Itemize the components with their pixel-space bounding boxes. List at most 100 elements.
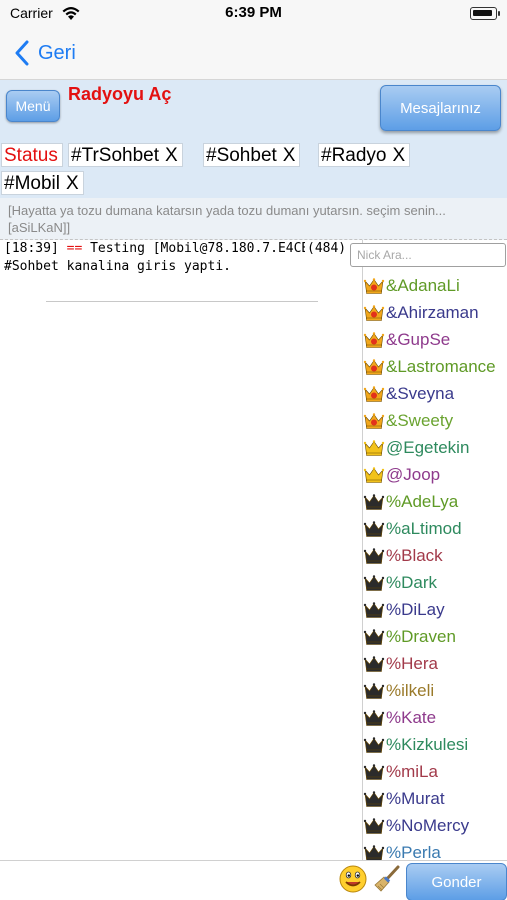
nick-name: &AdanaLi: [386, 275, 460, 295]
nick-item[interactable]: &Sweety: [363, 407, 507, 434]
crown-icon: [363, 358, 385, 375]
nick-item[interactable]: @Egetekin: [363, 434, 507, 461]
crown-icon: [363, 736, 385, 753]
nick-item[interactable]: &Ahirzaman: [363, 299, 507, 326]
channel-tabs: Status #TrSohbet X #Sohbet X #Radyo X #Mobi…: [0, 142, 507, 198]
nick-name: %Draven: [386, 626, 456, 646]
nick-item[interactable]: %Draven: [363, 623, 507, 650]
message-time: [18:39]: [4, 241, 59, 256]
nick-name: %Dark: [386, 572, 438, 592]
battery-icon: [470, 7, 500, 20]
tab-label: Status: [4, 145, 58, 166]
tab-label: #Radyo: [321, 145, 387, 166]
tab-mobil[interactable]: #Mobil X: [1, 171, 84, 195]
crown-icon: [363, 439, 385, 456]
crown-icon: [363, 682, 385, 699]
nick-name: @Egetekin: [386, 437, 470, 457]
nick-name: %aLtimod: [386, 518, 462, 538]
close-tab-icon[interactable]: X: [66, 173, 79, 194]
clock: 6:39 PM: [225, 4, 282, 21]
nick-item[interactable]: &GupSe: [363, 326, 507, 353]
tab-status[interactable]: Status: [1, 143, 63, 167]
crown-icon: [363, 628, 385, 645]
messages-button[interactable]: Mesajlarınız: [380, 85, 501, 131]
nick-name: %Hera: [386, 653, 438, 673]
channel-topic: [Hayatta ya tozu dumana katarsın yada to…: [0, 198, 507, 240]
nick-item[interactable]: %miLa: [363, 758, 507, 785]
message-input[interactable]: [0, 862, 336, 900]
nick-item[interactable]: %Dark: [363, 569, 507, 596]
nick-item[interactable]: %Hera: [363, 650, 507, 677]
crown-icon: [363, 304, 385, 321]
toolbar: Menü Radyoyu Aç Mesajlarınız: [0, 80, 507, 142]
navigation-bar: Geri: [0, 28, 507, 80]
tab-radyo[interactable]: #Radyo X: [318, 143, 411, 167]
crown-icon: [363, 601, 385, 618]
nick-item[interactable]: &AdanaLi: [363, 272, 507, 299]
nick-name: %DiLay: [386, 599, 445, 619]
nick-name: %Kizkulesi: [386, 734, 469, 754]
nick-name: %Kate: [386, 707, 437, 727]
chevron-left-icon: [15, 40, 29, 66]
nick-item[interactable]: %Perla: [363, 839, 507, 860]
chat-area[interactable]: [18:39] == Testing [Mobil@78.180.7.E4CB6…: [0, 240, 362, 860]
nick-name: &Sveyna: [386, 383, 455, 403]
nick-item[interactable]: %Murat: [363, 785, 507, 812]
send-button[interactable]: Gonder: [406, 863, 507, 900]
nick-item[interactable]: %AdeLya: [363, 488, 507, 515]
smiley-icon[interactable]: [338, 864, 368, 894]
open-radio-button[interactable]: Radyoyu Aç: [68, 84, 171, 105]
tab-trsohbet[interactable]: #TrSohbet X: [68, 143, 183, 167]
back-label: Geri: [38, 41, 76, 64]
nick-name: %NoMercy: [386, 815, 470, 835]
crown-icon: [363, 763, 385, 780]
nick-item[interactable]: &Lastromance: [363, 353, 507, 380]
nick-name: %ilkeli: [386, 680, 435, 700]
nick-name: &Lastromance: [386, 356, 496, 376]
nick-item[interactable]: %Kate: [363, 704, 507, 731]
nick-item[interactable]: %Kizkulesi: [363, 731, 507, 758]
nick-search-input[interactable]: [350, 243, 506, 267]
crown-icon: [363, 790, 385, 807]
tab-label: #Sohbet: [206, 145, 277, 166]
crown-icon: [363, 574, 385, 591]
crown-icon: [363, 412, 385, 429]
close-tab-icon[interactable]: X: [393, 145, 406, 166]
crown-icon: [363, 331, 385, 348]
message-bar: Gonder: [0, 860, 507, 900]
crown-icon: [363, 277, 385, 294]
tab-label: #Mobil: [4, 173, 60, 194]
app-root: Carrier 6:39 PM Geri Menü Radyoyu Aç Mes…: [0, 0, 507, 900]
crown-icon: [363, 547, 385, 564]
tab-sohbet[interactable]: #Sohbet X: [203, 143, 301, 167]
nick-item[interactable]: %ilkeli: [363, 677, 507, 704]
nick-item[interactable]: &Sveyna: [363, 380, 507, 407]
close-tab-icon[interactable]: X: [283, 145, 296, 166]
crown-icon: [363, 466, 385, 483]
crown-icon: [363, 493, 385, 510]
nick-item[interactable]: %aLtimod: [363, 515, 507, 542]
nick-item[interactable]: %DiLay: [363, 596, 507, 623]
nick-name: &Sweety: [386, 410, 454, 430]
crown-icon: [363, 385, 385, 402]
broom-icon[interactable]: [372, 864, 402, 894]
nick-name: &Ahirzaman: [386, 302, 479, 322]
close-tab-icon[interactable]: X: [165, 145, 178, 166]
user-count: (484): [305, 240, 347, 258]
crown-icon: [363, 844, 385, 860]
nick-name: %miLa: [386, 761, 438, 781]
nick-item[interactable]: @Joop: [363, 461, 507, 488]
battery-level: [473, 10, 492, 16]
nick-name: %Murat: [386, 788, 445, 808]
status-bar: Carrier 6:39 PM: [0, 0, 507, 28]
nick-list[interactable]: &AdanaLi &Ahirzaman &GupSe &Lastromance &Sve…: [362, 240, 507, 860]
nick-name: %Black: [386, 545, 443, 565]
nick-name: &GupSe: [386, 329, 451, 349]
back-button[interactable]: Geri: [14, 38, 76, 68]
nick-item[interactable]: %Black: [363, 542, 507, 569]
message-arrow: ==: [66, 241, 83, 256]
divider: [46, 301, 318, 302]
menu-button[interactable]: Menü: [6, 90, 60, 122]
crown-icon: [363, 709, 385, 726]
nick-item[interactable]: %NoMercy: [363, 812, 507, 839]
